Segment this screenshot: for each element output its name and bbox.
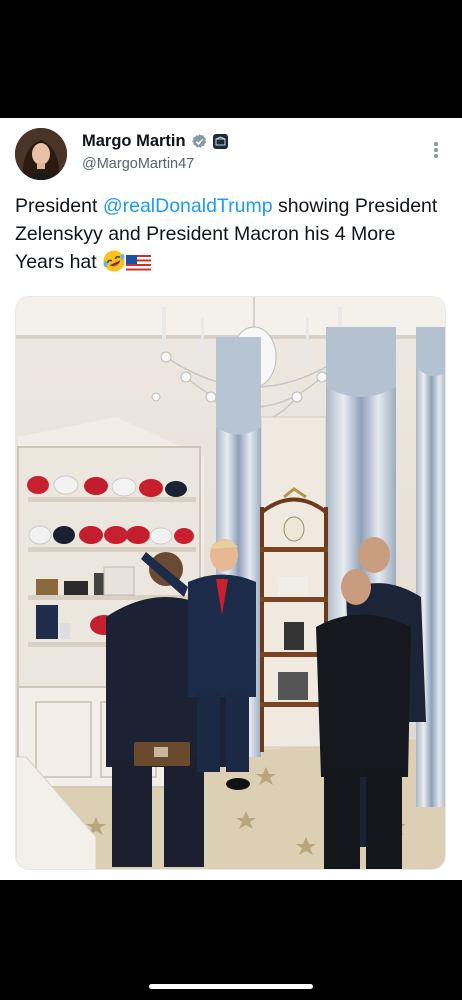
status-bar-area xyxy=(0,0,462,118)
tweet-photo[interactable] xyxy=(15,296,446,870)
author-handle[interactable]: @MargoMartin47 xyxy=(82,156,194,172)
home-indicator[interactable] xyxy=(149,984,313,989)
tweet-text-prefix: President xyxy=(15,195,103,217)
us-flag-emoji xyxy=(126,255,152,271)
verified-badge-icon xyxy=(191,134,206,148)
rolling-on-floor-laughing-emoji xyxy=(103,250,125,272)
oval-office-photo xyxy=(16,297,445,869)
avatar-image xyxy=(15,128,67,180)
tweet-text: President @realDonaldTrump showing Presi… xyxy=(15,192,445,276)
author-display-name[interactable]: Margo Martin xyxy=(82,132,186,151)
navigation-bar-area xyxy=(0,880,462,1000)
mention-link[interactable]: @realDonaldTrump xyxy=(103,195,273,217)
more-options-icon[interactable] xyxy=(427,140,445,160)
tweet-card[interactable]: Margo Martin @MargoMartin47 President @r… xyxy=(0,118,462,880)
avatar[interactable] xyxy=(15,128,67,180)
government-affiliation-badge-icon xyxy=(212,134,228,149)
